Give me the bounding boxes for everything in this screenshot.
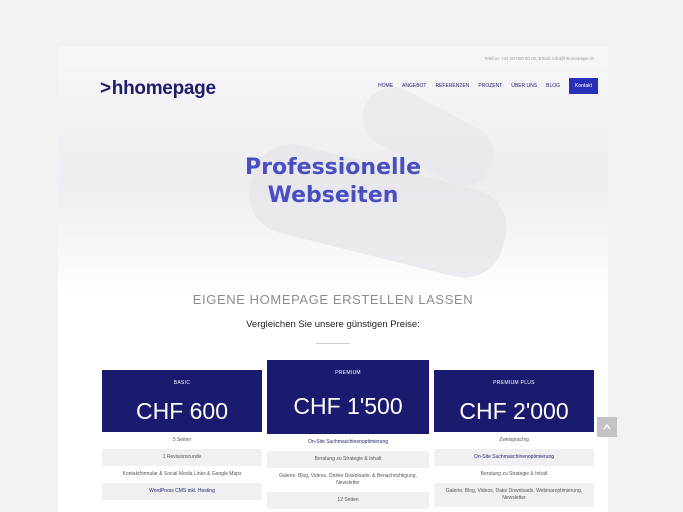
- plan-header: Premium CHF 1'500: [267, 360, 429, 434]
- plan-price: CHF 2'000: [459, 398, 569, 424]
- plan-feature: Galerie, Blog, Videos, Datei Downloads, …: [434, 483, 594, 507]
- plan-price: CHF 1'500: [293, 393, 403, 419]
- hero-title: Professionelle Webseiten: [58, 154, 608, 210]
- site-logo[interactable]: >hhomepage: [100, 78, 216, 100]
- plan-feature: 1 Revisionsrunde: [102, 449, 262, 466]
- section-divider: [316, 343, 350, 344]
- nav-blog[interactable]: Blog: [546, 83, 560, 89]
- plan-feature: 5 Seiten: [172, 437, 192, 443]
- plan-feature: On-Site Suchmaschinenoptimierung: [307, 439, 389, 445]
- plan-card-premium: Premium CHF 1'500 On-Site Suchmaschineno…: [267, 360, 429, 509]
- plan-feature: Zweisprachig: [499, 437, 529, 443]
- plan-name: Basic: [173, 380, 191, 386]
- plan-price: CHF 600: [135, 398, 229, 424]
- plan-feature: Beratung zu Strategie & Inhalt: [267, 451, 429, 468]
- contact-info: Telefon: +41 00 000 00 00, Email: info@h…: [483, 56, 594, 61]
- logo-text: hhomepage: [111, 78, 216, 99]
- nav-angebot[interactable]: Angebot: [402, 83, 426, 89]
- plan-name: Premium: [335, 370, 361, 376]
- hero-title-line-2: Webseiten: [267, 183, 399, 208]
- section-subheading: Vergleichen Sie unsere günstigen Preise:: [246, 319, 420, 330]
- hero-title-line-1: Professionelle: [244, 155, 421, 180]
- plan-feature: Galerie, Blog, Videos, Online Downloads,…: [279, 473, 417, 486]
- chevron-up-icon: [603, 424, 611, 430]
- plan-feature: Kontaktformular & Social Media Links & G…: [122, 471, 242, 477]
- plan-feature: 12 Seiten: [267, 492, 429, 509]
- section-heading: EIGENE HOMEPAGE ERSTELLEN LASSEN: [192, 292, 474, 307]
- scroll-to-top-button[interactable]: [597, 417, 617, 437]
- plan-header: Premium Plus CHF 2'000: [434, 370, 594, 432]
- plan-feature: On-Site Suchmaschinenoptimierung: [434, 449, 594, 466]
- pricing-table: Basic CHF 600 5 Seiten 1 Revisionsrunde …: [102, 360, 596, 512]
- nav-prozent[interactable]: Prozent: [478, 83, 502, 89]
- plan-header: Basic CHF 600: [102, 370, 262, 432]
- plan-card-premium-plus: Premium Plus CHF 2'000 Zweisprachig On-S…: [434, 370, 594, 507]
- main-navigation: Home Angebot Referenzen Prozent Über uns…: [378, 78, 598, 94]
- plan-name: Premium Plus: [493, 380, 535, 386]
- logo-chevron-icon: >: [100, 78, 111, 99]
- web-page: Telefon: +41 00 000 00 00, Email: info@h…: [58, 46, 608, 512]
- nav-referenzen[interactable]: Referenzen: [435, 83, 469, 89]
- nav-ueber-uns[interactable]: Über uns: [511, 83, 537, 89]
- nav-home[interactable]: Home: [378, 83, 393, 89]
- plan-card-basic: Basic CHF 600 5 Seiten 1 Revisionsrunde …: [102, 370, 262, 500]
- plan-feature: WordPress CMS inkl. Hosting: [102, 483, 262, 500]
- nav-kontakt-button[interactable]: Kontakt: [569, 78, 598, 94]
- plan-feature: Beratung zu Strategie & Inhalt: [480, 471, 548, 477]
